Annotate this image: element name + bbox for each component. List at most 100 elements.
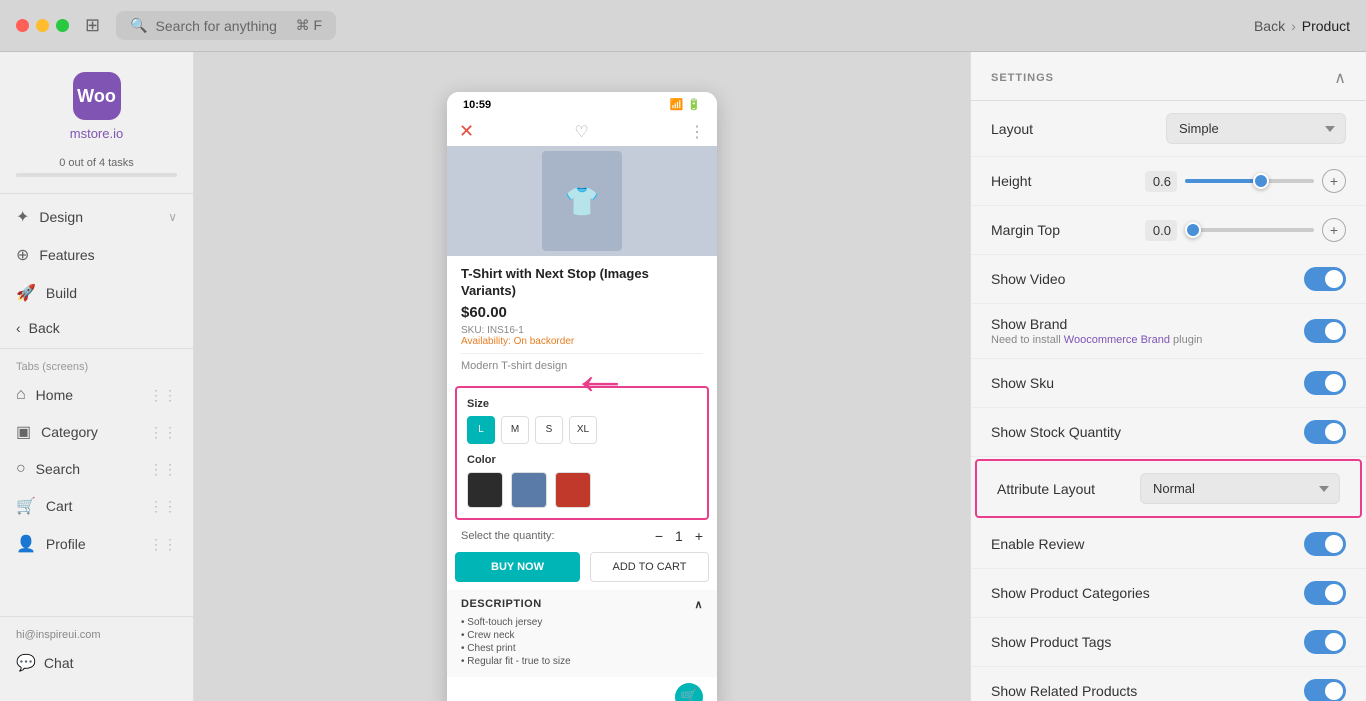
tabs-section-label: Tabs (screens) — [0, 353, 193, 377]
build-label: Build — [46, 285, 177, 301]
qty-plus[interactable]: + — [695, 528, 703, 544]
settings-margin-top-row: Margin Top 0.0 + — [971, 206, 1366, 255]
margin-top-slider-container: 0.0 + — [1145, 218, 1346, 242]
description-section: DESCRIPTION ∧ Soft-touch jersey Crew nec… — [447, 590, 717, 677]
show-video-toggle[interactable] — [1304, 267, 1346, 291]
drag-handle[interactable]: ⋮⋮ — [149, 424, 177, 441]
margin-top-value: 0.0 — [1145, 220, 1177, 241]
size-btn-l[interactable]: L — [467, 416, 495, 444]
product-sku: SKU: INS16-1 — [461, 325, 703, 336]
settings-collapse-button[interactable]: ∧ — [1334, 68, 1346, 88]
settings-height-row: Height 0.6 + — [971, 157, 1366, 206]
settings-attribute-layout-row: Attribute Layout Normal — [975, 459, 1362, 518]
show-categories-toggle[interactable] — [1304, 581, 1346, 605]
size-btn-m[interactable]: M — [501, 416, 529, 444]
show-video-label: Show Video — [991, 271, 1292, 287]
sidebar: Woo mstore.io 0 out of 4 tasks ✦ Design … — [0, 52, 194, 701]
phone-dots-btn[interactable]: ⋮ — [689, 122, 705, 142]
size-btn-xl[interactable]: XL — [569, 416, 597, 444]
attribute-layout-select[interactable]: Normal — [1140, 473, 1340, 504]
margin-top-add-button[interactable]: + — [1322, 218, 1346, 242]
titlebar: ⊞ 🔍 Search for anything ⌘ F Back › Produ… — [0, 0, 1366, 52]
settings-show-sku-row: Show Sku — [971, 359, 1366, 408]
maximize-button[interactable] — [56, 19, 69, 32]
size-btn-s[interactable]: S — [535, 416, 563, 444]
color-swatch-dark[interactable] — [467, 472, 503, 508]
desc-item-0: Soft-touch jersey — [461, 617, 703, 628]
desc-item-3: Regular fit - true to size — [461, 656, 703, 667]
category-icon: ▣ — [16, 422, 31, 442]
description-collapse-icon[interactable]: ∧ — [694, 598, 703, 611]
show-brand-toggle[interactable] — [1304, 319, 1346, 343]
drag-handle[interactable]: ⋮⋮ — [149, 461, 177, 478]
search-bar[interactable]: 🔍 Search for anything ⌘ F — [116, 11, 336, 40]
description-header: DESCRIPTION ∧ — [461, 598, 703, 611]
color-options — [467, 472, 697, 508]
home-icon: ⌂ — [16, 386, 26, 404]
height-add-button[interactable]: + — [1322, 169, 1346, 193]
drag-handle[interactable]: ⋮⋮ — [149, 498, 177, 515]
app-name: mstore.io — [70, 126, 123, 141]
buy-now-button[interactable]: BUY NOW — [455, 552, 580, 582]
home-label: Home — [36, 387, 139, 403]
sidebar-item-features[interactable]: ⊕ Features — [0, 236, 193, 274]
app-logo: Woo mstore.io — [0, 64, 193, 157]
color-label: Color — [467, 454, 697, 466]
enable-review-label: Enable Review — [991, 536, 1292, 552]
minimize-button[interactable] — [36, 19, 49, 32]
sidebar-item-profile[interactable]: 👤 Profile ⋮⋮ — [0, 525, 193, 563]
phone-heart-btn[interactable]: ♡ — [574, 122, 588, 142]
show-related-label: Show Related Products — [991, 683, 1292, 699]
show-sku-toggle[interactable] — [1304, 371, 1346, 395]
main-layout: Woo mstore.io 0 out of 4 tasks ✦ Design … — [0, 52, 1366, 701]
show-stock-toggle[interactable] — [1304, 420, 1346, 444]
back-chevron-icon: ‹ — [16, 320, 21, 336]
settings-show-video-row: Show Video — [971, 255, 1366, 304]
color-swatch-blue[interactable] — [511, 472, 547, 508]
cart-icon-btn[interactable]: 🛒 — [675, 683, 703, 701]
show-sku-label: Show Sku — [991, 375, 1292, 391]
sidebar-item-cart[interactable]: 🛒 Cart ⋮⋮ — [0, 487, 193, 525]
features-icon: ⊕ — [16, 245, 29, 265]
build-icon: 🚀 — [16, 283, 36, 303]
grid-icon[interactable]: ⊞ — [85, 15, 100, 36]
show-tags-toggle[interactable] — [1304, 630, 1346, 654]
enable-review-toggle[interactable] — [1304, 532, 1346, 556]
sidebar-email: hi@inspireui.com — [0, 625, 193, 645]
height-slider[interactable] — [1185, 179, 1314, 183]
phone-status-bar: 10:59 📶 🔋 — [447, 92, 717, 117]
phone-close-btn[interactable]: ✕ — [459, 121, 474, 142]
add-to-cart-button[interactable]: ADD TO CART — [590, 552, 709, 582]
show-categories-label: Show Product Categories — [991, 585, 1292, 601]
breadcrumb-back[interactable]: Back — [1254, 18, 1285, 34]
sidebar-item-home[interactable]: ⌂ Home ⋮⋮ — [0, 377, 193, 413]
drag-handle[interactable]: ⋮⋮ — [149, 536, 177, 553]
profile-icon: 👤 — [16, 534, 36, 554]
show-brand-sublabel: Need to install Woocommerce Brand plugin — [991, 334, 1292, 346]
sidebar-item-design[interactable]: ✦ Design ∨ — [0, 198, 193, 236]
search-placeholder: Search for anything — [156, 18, 277, 34]
breadcrumb-current: Product — [1302, 18, 1350, 34]
layout-select[interactable]: Simple — [1166, 113, 1346, 144]
settings-layout-row: Layout Simple — [971, 101, 1366, 157]
design-label: Design — [39, 209, 158, 225]
phone-time: 10:59 — [463, 99, 491, 111]
titlebar-right: Back › Product — [1254, 18, 1350, 34]
sidebar-chat[interactable]: 💬 Chat — [0, 645, 193, 681]
product-price: $60.00 — [461, 304, 703, 321]
phone-status-icons: 📶 🔋 — [670, 98, 701, 111]
show-related-toggle[interactable] — [1304, 679, 1346, 701]
drag-handle[interactable]: ⋮⋮ — [149, 387, 177, 404]
sidebar-back[interactable]: ‹ Back — [0, 312, 193, 344]
qty-minus[interactable]: − — [655, 528, 663, 544]
show-stock-label: Show Stock Quantity — [991, 424, 1292, 440]
sidebar-item-category[interactable]: ▣ Category ⋮⋮ — [0, 413, 193, 451]
sidebar-item-search[interactable]: ○ Search ⋮⋮ — [0, 451, 193, 487]
sidebar-item-build[interactable]: 🚀 Build — [0, 274, 193, 312]
color-swatch-red[interactable] — [555, 472, 591, 508]
woo-brand-link[interactable]: Woocommerce Brand — [1064, 334, 1170, 346]
profile-label: Profile — [46, 536, 139, 552]
attribute-layout-label: Attribute Layout — [997, 481, 1128, 497]
margin-top-slider[interactable] — [1185, 228, 1314, 232]
close-button[interactable] — [16, 19, 29, 32]
